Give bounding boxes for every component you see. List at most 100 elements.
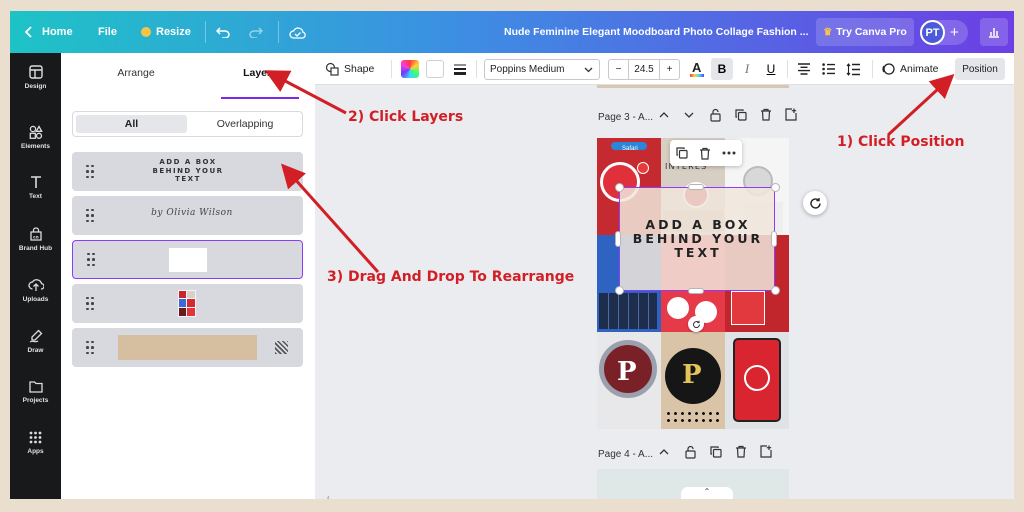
filter-overlapping[interactable]: Overlapping: [191, 115, 299, 133]
text-icon: [30, 175, 41, 188]
layer-row-selected[interactable]: [72, 240, 303, 279]
show-pages-tab[interactable]: ⌃: [681, 487, 733, 499]
rail-item-projects[interactable]: Projects: [10, 370, 61, 414]
resize-handle[interactable]: [615, 183, 624, 192]
layer-row[interactable]: by Olivia Wilson: [72, 196, 303, 235]
resize-button[interactable]: Resize: [141, 11, 191, 53]
undo-button[interactable]: [216, 11, 230, 53]
rail-item-elements[interactable]: Elements: [10, 115, 61, 159]
animate-button[interactable]: Animate: [881, 53, 939, 85]
resize-handle[interactable]: [688, 184, 704, 190]
fill-color-swatch[interactable]: [401, 60, 419, 78]
duplicate-icon[interactable]: [710, 446, 722, 458]
filter-all[interactable]: All: [76, 115, 187, 133]
divider: [205, 21, 206, 43]
tab-layers[interactable]: Layers: [221, 67, 299, 89]
add-collaborator-icon[interactable]: +: [950, 24, 959, 41]
resize-handle[interactable]: [771, 231, 777, 247]
layer-collage-thumbnail: [178, 290, 196, 317]
shape-label: Shape: [344, 63, 375, 75]
lock-icon[interactable]: [685, 445, 696, 459]
page-4-label[interactable]: Page 4 - A...: [598, 449, 653, 460]
rotate-handle[interactable]: [688, 316, 704, 332]
avatar[interactable]: PT: [920, 20, 945, 45]
position-button[interactable]: Position: [955, 58, 1005, 80]
cloud-save-button[interactable]: [289, 11, 306, 53]
tab-arrange[interactable]: Arrange: [101, 67, 171, 89]
bold-button[interactable]: B: [711, 58, 733, 80]
page-3[interactable]: Safari INTERES P P ADD A BOX BEHIND YOUR…: [597, 138, 789, 429]
selected-text[interactable]: ADD A BOX BEHIND YOUR TEXT: [620, 218, 776, 260]
border-style-button[interactable]: [453, 53, 467, 85]
layer-signature-preview: by Olivia Wilson: [151, 208, 233, 218]
photo-pinterest-badge[interactable]: P: [597, 332, 661, 429]
home-button[interactable]: Home: [24, 11, 73, 53]
more-horizontal-icon[interactable]: [722, 151, 736, 155]
rail-item-brand-hub[interactable]: co Brand Hub: [10, 217, 61, 261]
font-family-select[interactable]: Poppins Medium: [484, 59, 600, 80]
increase-font-size-button[interactable]: +: [659, 60, 679, 79]
layer-row[interactable]: [72, 328, 303, 367]
layer-row[interactable]: [72, 284, 303, 323]
drag-handle-icon[interactable]: [87, 252, 95, 267]
drag-handle-icon[interactable]: [86, 340, 94, 355]
font-size-stepper[interactable]: − 24.5 +: [608, 59, 680, 80]
layer-filter: All Overlapping: [72, 111, 303, 137]
add-page-icon[interactable]: [760, 445, 772, 458]
divider: [476, 60, 477, 78]
trash-icon[interactable]: [760, 108, 772, 121]
resize-handle[interactable]: [688, 288, 704, 294]
text-color-button[interactable]: A: [690, 53, 704, 85]
redo-button[interactable]: [249, 11, 263, 53]
rail-label: Apps: [27, 448, 44, 455]
rail-item-design[interactable]: Design: [10, 55, 61, 99]
shape-button[interactable]: Shape: [325, 53, 374, 85]
try-canva-pro-button[interactable]: ♛ Try Canva Pro: [816, 18, 914, 46]
document-title[interactable]: Nude Feminine Elegant Moodboard Photo Co…: [504, 11, 809, 53]
chevron-down-icon: [584, 67, 593, 73]
insights-button[interactable]: [980, 18, 1008, 46]
resize-handle[interactable]: [615, 231, 621, 247]
rail-label: Brand Hub: [18, 244, 53, 252]
drag-handle-icon[interactable]: [86, 164, 94, 179]
font-size-input[interactable]: 24.5: [629, 60, 659, 79]
resize-handle[interactable]: [771, 183, 780, 192]
layer-row[interactable]: ADD A BOX BEHIND YOUR TEXT: [72, 152, 303, 191]
rail-item-draw[interactable]: Draw: [10, 319, 61, 363]
decrease-font-size-button[interactable]: −: [609, 60, 629, 79]
resize-handle[interactable]: [771, 286, 780, 295]
lock-icon[interactable]: [710, 108, 721, 122]
rail-item-apps[interactable]: Apps: [10, 421, 61, 465]
align-center-button[interactable]: [797, 53, 811, 85]
file-menu[interactable]: File: [98, 11, 117, 53]
trash-icon[interactable]: [699, 147, 711, 160]
underline-button[interactable]: U: [760, 58, 782, 80]
italic-button[interactable]: I: [736, 58, 758, 80]
trash-icon[interactable]: [735, 445, 747, 458]
page-3-label[interactable]: Page 3 - A...: [598, 112, 653, 123]
resize-handle[interactable]: [615, 286, 624, 295]
add-page-icon[interactable]: [785, 108, 797, 121]
collaborators[interactable]: PT +: [920, 20, 968, 45]
collapse-panel-icon[interactable]: ‹: [327, 493, 330, 499]
rotate-view-button[interactable]: [803, 191, 827, 215]
photo-pinterest-dots[interactable]: P: [661, 332, 725, 429]
duplicate-icon[interactable]: [735, 109, 747, 121]
selected-text-box[interactable]: ADD A BOX BEHIND YOUR TEXT: [619, 187, 775, 291]
align-center-icon: [798, 63, 810, 75]
chevron-up-icon[interactable]: [659, 448, 669, 455]
chevron-up-icon[interactable]: [659, 111, 669, 118]
chevron-down-icon[interactable]: [684, 112, 694, 119]
divider: [278, 21, 279, 43]
step-2-annotation: 2) Click Layers: [348, 109, 464, 125]
list-button[interactable]: [822, 53, 836, 85]
duplicate-icon[interactable]: [676, 147, 688, 159]
drag-handle-icon[interactable]: [86, 296, 94, 311]
layer-white-box-thumbnail: [169, 248, 207, 272]
white-color-swatch[interactable]: [426, 60, 444, 78]
photo-pinterest-phone[interactable]: [725, 332, 789, 429]
drag-handle-icon[interactable]: [86, 208, 94, 223]
rail-item-uploads[interactable]: Uploads: [10, 268, 61, 312]
spacing-button[interactable]: [846, 53, 861, 85]
rail-item-text[interactable]: Text: [10, 165, 61, 209]
